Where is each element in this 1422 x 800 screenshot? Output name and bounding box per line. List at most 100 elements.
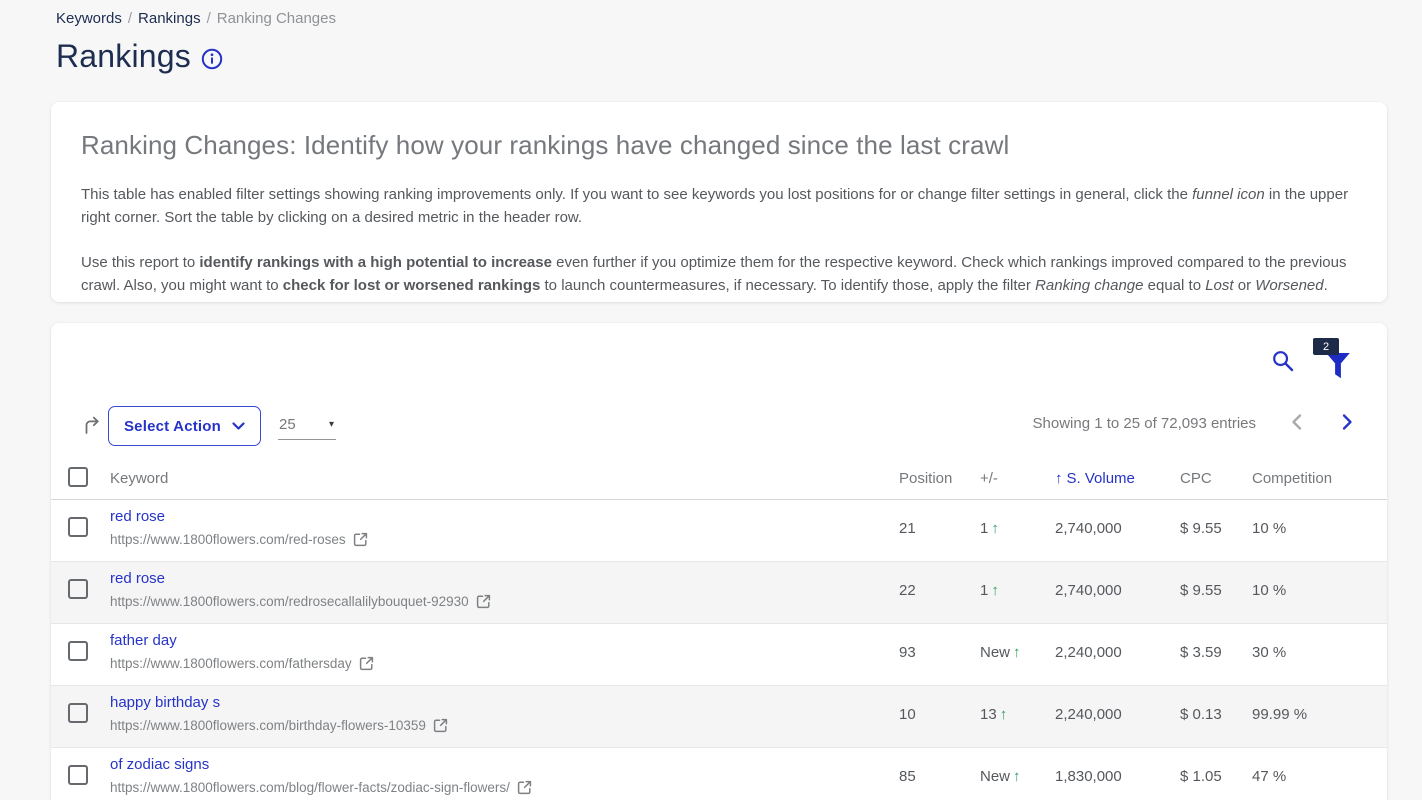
external-link-icon[interactable] [353, 532, 368, 547]
cell-change: New↑ [980, 768, 1021, 785]
cell-competition: 47 % [1252, 768, 1286, 785]
keyword-link[interactable]: red rose [110, 508, 165, 525]
cell-change: 1↑ [980, 520, 999, 537]
table-toolbar: Select Action 25 ▾ Showing 1 to 25 of 72… [51, 406, 1387, 450]
keyword-link[interactable]: red rose [110, 570, 165, 587]
pagination-prev-icon[interactable] [1290, 413, 1304, 436]
row-checkbox[interactable] [68, 703, 88, 723]
select-action-dropdown[interactable]: Select Action [108, 406, 261, 446]
external-link-icon[interactable] [359, 656, 374, 671]
intro-paragraph-1: This table has enabled filter settings s… [81, 183, 1357, 229]
cell-position: 10 [899, 706, 916, 723]
cell-change: 13↑ [980, 706, 1007, 723]
arrow-up-icon: ↑ [1013, 644, 1021, 661]
cell-position: 22 [899, 582, 916, 599]
column-header-competition[interactable]: Competition [1252, 470, 1332, 487]
intro-p1-funnel-ref: funnel icon [1192, 186, 1265, 203]
intro-p2-text: or [1234, 277, 1256, 294]
intro-p2-bold: identify rankings with a high potential … [199, 254, 552, 271]
arrow-up-icon: ↑ [1013, 768, 1021, 785]
breadcrumb-separator: / [128, 10, 132, 27]
cell-competition: 10 % [1252, 520, 1286, 537]
result-url: https://www.1800flowers.com/blog/flower-… [110, 779, 532, 795]
breadcrumb-separator: / [207, 10, 211, 27]
cell-volume: 2,240,000 [1055, 644, 1122, 661]
intro-p2-text: Use this report to [81, 254, 199, 271]
showing-entries-text: Showing 1 to 25 of 72,093 entries [1033, 415, 1257, 432]
result-url-text: https://www.1800flowers.com/fathersday [110, 656, 352, 671]
pagination-next-icon[interactable] [1340, 413, 1354, 436]
search-icon[interactable] [1271, 349, 1295, 373]
breadcrumb-ranking-changes: Ranking Changes [217, 10, 336, 27]
column-header-keyword[interactable]: Keyword [110, 470, 168, 487]
table-row: red rose https://www.1800flowers.com/red… [51, 500, 1387, 562]
result-url-text: https://www.1800flowers.com/birthday-flo… [110, 718, 426, 733]
cell-competition: 30 % [1252, 644, 1286, 661]
change-value: 13 [980, 706, 997, 723]
funnel-icon[interactable] [1325, 352, 1351, 380]
intro-p2-text: . [1324, 277, 1328, 294]
keyword-link[interactable]: happy birthday s [110, 694, 220, 711]
arrow-up-icon: ↑ [991, 520, 999, 537]
cell-cpc: $ 9.55 [1180, 520, 1222, 537]
intro-p2-filter-value: Lost [1205, 277, 1233, 294]
cell-position: 93 [899, 644, 916, 661]
intro-card: Ranking Changes: Identify how your ranki… [51, 102, 1387, 302]
table-body: red rose https://www.1800flowers.com/red… [51, 500, 1387, 800]
export-icon[interactable] [81, 414, 103, 441]
intro-heading: Ranking Changes: Identify how your ranki… [81, 130, 1357, 161]
keyword-link[interactable]: of zodiac signs [110, 756, 209, 773]
page-title-row: Rankings [56, 38, 223, 75]
external-link-icon[interactable] [433, 718, 448, 733]
cell-cpc: $ 1.05 [1180, 768, 1222, 785]
intro-p2-text: to launch countermeasures, if necessary.… [540, 277, 1035, 294]
result-url: https://www.1800flowers.com/redrosecalla… [110, 593, 491, 609]
select-action-label: Select Action [124, 418, 221, 435]
result-url: https://www.1800flowers.com/birthday-flo… [110, 717, 448, 733]
cell-cpc: $ 9.55 [1180, 582, 1222, 599]
select-all-checkbox[interactable] [68, 467, 88, 487]
cell-volume: 2,740,000 [1055, 582, 1122, 599]
breadcrumb: Keywords / Rankings / Ranking Changes [56, 10, 336, 27]
change-value: New [980, 768, 1010, 785]
intro-paragraph-2: Use this report to identify rankings wit… [81, 251, 1357, 297]
row-checkbox[interactable] [68, 765, 88, 785]
arrow-up-icon: ↑ [1000, 706, 1008, 723]
cell-cpc: $ 3.59 [1180, 644, 1222, 661]
row-checkbox[interactable] [68, 579, 88, 599]
filter-count-badge: 2 [1313, 338, 1339, 355]
column-header-change[interactable]: +/- [980, 470, 998, 487]
intro-p1-text: This table has enabled filter settings s… [81, 186, 1192, 203]
row-checkbox[interactable] [68, 517, 88, 537]
breadcrumb-keywords[interactable]: Keywords [56, 10, 122, 27]
external-link-icon[interactable] [517, 780, 532, 795]
table-header-row: Keyword Position +/- ↑S. Volume CPC Comp… [51, 460, 1387, 500]
change-value: New [980, 644, 1010, 661]
change-value: 1 [980, 520, 988, 537]
result-url-text: https://www.1800flowers.com/blog/flower-… [110, 780, 510, 795]
page-size-select[interactable]: 25 ▾ [278, 410, 336, 440]
cell-volume: 2,240,000 [1055, 706, 1122, 723]
column-header-position[interactable]: Position [899, 470, 952, 487]
cell-volume: 1,830,000 [1055, 768, 1122, 785]
row-checkbox[interactable] [68, 641, 88, 661]
breadcrumb-rankings[interactable]: Rankings [138, 10, 201, 27]
result-url: https://www.1800flowers.com/fathersday [110, 655, 374, 671]
intro-p2-bold: check for lost or worsened rankings [283, 277, 541, 294]
filter-funnel-wrap: 2 [1325, 352, 1351, 385]
column-header-cpc[interactable]: CPC [1180, 470, 1212, 487]
keyword-link[interactable]: father day [110, 632, 177, 649]
cell-position: 21 [899, 520, 916, 537]
rankings-page: Keywords / Rankings / Ranking Changes Rankin… [0, 0, 1422, 800]
sort-asc-icon: ↑ [1055, 470, 1063, 487]
external-link-icon[interactable] [476, 594, 491, 609]
info-icon[interactable] [201, 48, 223, 70]
column-header-volume[interactable]: ↑S. Volume [1055, 470, 1135, 487]
result-url-text: https://www.1800flowers.com/red-roses [110, 532, 346, 547]
cell-volume: 2,740,000 [1055, 520, 1122, 537]
caret-down-icon: ▾ [329, 419, 334, 430]
table-row: happy birthday s https://www.1800flowers… [51, 686, 1387, 748]
table-row: red rose https://www.1800flowers.com/red… [51, 562, 1387, 624]
page-size-value: 25 [279, 416, 296, 433]
page-title: Rankings [56, 38, 191, 75]
